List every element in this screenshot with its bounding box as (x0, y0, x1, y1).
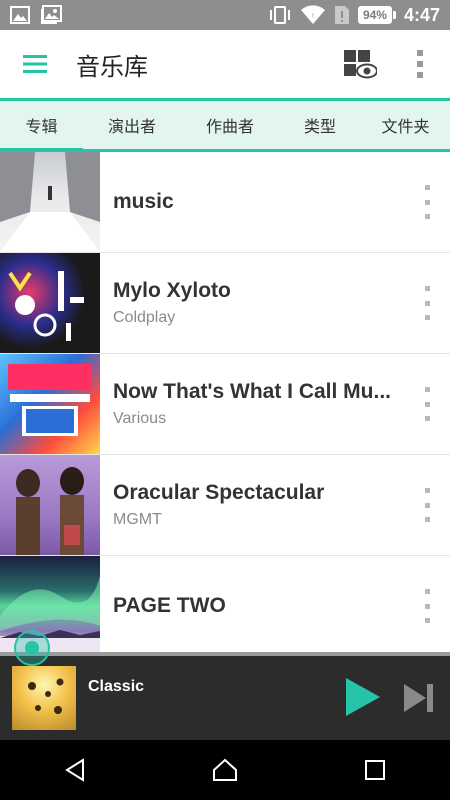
list-item[interactable]: Now That's What I Call Mu... Various (0, 354, 450, 455)
skip-next-icon (404, 684, 433, 712)
menu-icon (23, 55, 47, 73)
status-bar: ! 94% 4:47 (0, 0, 450, 30)
play-button[interactable] (338, 674, 384, 720)
album-title: Now That's What I Call Mu... (113, 380, 391, 403)
album-artist: Coldplay (113, 309, 176, 326)
next-track-button[interactable] (400, 680, 436, 716)
seek-thumb[interactable] (14, 630, 50, 666)
album-title: Oracular Spectacular (113, 481, 325, 504)
visualizer-button[interactable] (330, 30, 390, 98)
tab-artists[interactable]: 演出者 (83, 101, 181, 149)
visualizer-icon (344, 50, 377, 79)
list-item[interactable]: Oracular Spectacular MGMT (0, 455, 450, 556)
list-item[interactable]: Mylo Xyloto Coldplay (0, 253, 450, 354)
system-nav-bar (0, 740, 450, 800)
home-icon (213, 758, 237, 781)
more-options-button[interactable] (390, 30, 450, 98)
page-title: 音乐库 (76, 53, 148, 81)
home-button[interactable] (195, 740, 255, 800)
album-title: music (113, 190, 174, 213)
wifi-icon: ! (300, 5, 326, 25)
item-more-button[interactable] (418, 286, 436, 320)
album-title: Mylo Xyloto (113, 279, 231, 302)
sim-alert-icon (334, 5, 350, 25)
play-icon (346, 678, 380, 716)
album-cover (0, 354, 100, 454)
list-item[interactable]: music (0, 152, 450, 253)
image-icon (10, 6, 30, 24)
svg-text:!: ! (312, 13, 314, 20)
item-more-button[interactable] (418, 589, 436, 623)
now-playing-cover (12, 666, 76, 730)
tab-albums[interactable]: 专辑 (0, 101, 83, 152)
photo-icon (40, 5, 62, 25)
back-icon (65, 758, 84, 782)
back-button[interactable] (45, 740, 105, 800)
tab-composers[interactable]: 作曲者 (181, 101, 279, 149)
tab-genres[interactable]: 类型 (279, 101, 361, 149)
more-vert-icon (417, 50, 423, 78)
now-playing-bar[interactable]: Classic (0, 652, 450, 740)
menu-button[interactable] (0, 30, 70, 98)
battery-indicator: 94% (357, 6, 396, 24)
tab-folders[interactable]: 文件夹 (361, 101, 450, 149)
vibrate-icon (268, 6, 292, 24)
app-bar: 音乐库 (0, 30, 450, 98)
album-artist: MGMT (113, 511, 162, 528)
album-title: PAGE TWO (113, 594, 226, 617)
item-more-button[interactable] (418, 488, 436, 522)
album-cover (0, 152, 100, 252)
album-list: music Mylo Xyloto Coldplay Now That's Wh… (0, 152, 450, 652)
album-cover (0, 253, 100, 353)
list-item[interactable]: PAGE TWO (0, 556, 450, 652)
album-artist: Various (113, 410, 167, 427)
item-more-button[interactable] (418, 387, 436, 421)
item-more-button[interactable] (418, 185, 436, 219)
recents-icon (365, 760, 385, 780)
album-cover (0, 556, 100, 652)
battery-percent: 94% (357, 6, 392, 24)
recents-button[interactable] (345, 740, 405, 800)
library-tabs: 专辑 演出者 作曲者 类型 文件夹 (0, 98, 450, 152)
clock: 4:47 (403, 4, 440, 25)
now-playing-title: Classic (88, 678, 145, 695)
album-cover (0, 455, 100, 555)
